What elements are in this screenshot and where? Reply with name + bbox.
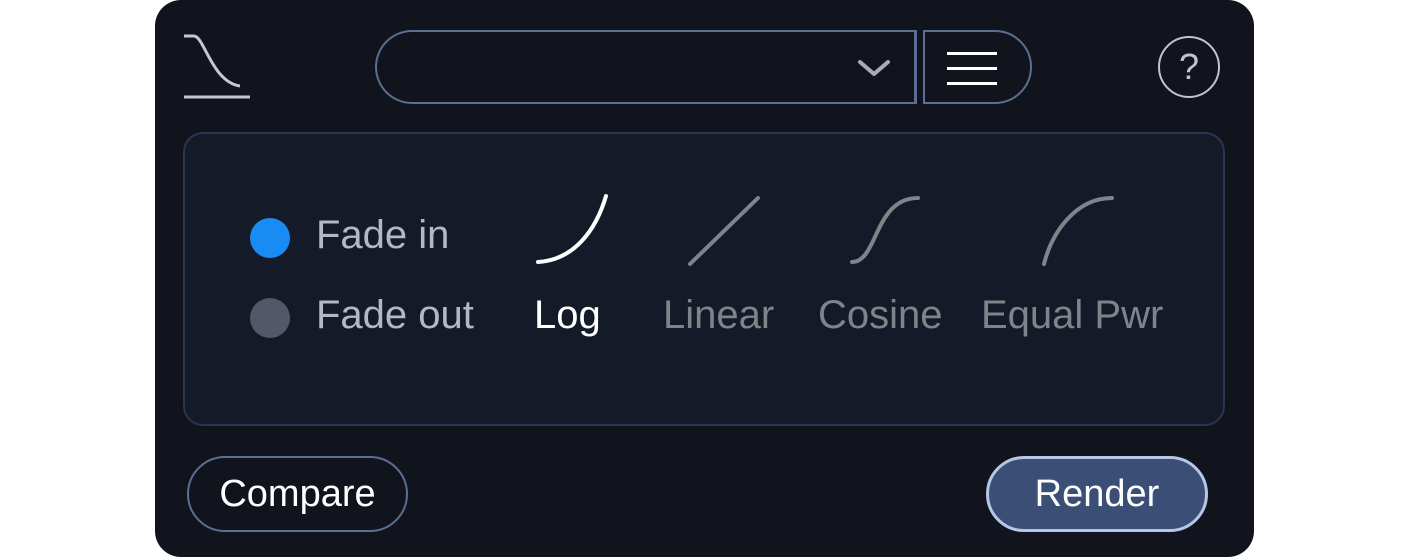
compare-button[interactable]: Compare (187, 456, 408, 532)
curve-linear-label[interactable]: Linear (663, 293, 774, 338)
fade-curve-icon (184, 34, 250, 99)
hamburger-menu-icon (947, 52, 997, 97)
cosine-curve-icon[interactable] (848, 192, 924, 268)
fade-out-label[interactable]: Fade out (316, 293, 474, 338)
curve-cosine-label[interactable]: Cosine (818, 293, 943, 338)
chevron-down-icon[interactable] (856, 58, 892, 78)
fade-in-radio[interactable] (250, 218, 290, 258)
equal-power-curve-icon[interactable] (1040, 192, 1116, 268)
curve-equal-power-label[interactable]: Equal Pwr (981, 293, 1163, 338)
preset-menu-button[interactable] (923, 30, 1032, 104)
linear-curve-icon[interactable] (686, 192, 762, 268)
curve-log-label[interactable]: Log (534, 293, 601, 338)
log-curve-icon[interactable] (534, 190, 610, 266)
fade-out-radio[interactable] (250, 298, 290, 338)
fade-in-label[interactable]: Fade in (316, 213, 449, 258)
preset-divider (914, 30, 917, 104)
render-button[interactable]: Render (986, 456, 1208, 532)
help-button[interactable]: ? (1158, 36, 1220, 98)
preset-dropdown[interactable] (375, 30, 915, 104)
fade-settings-area (183, 132, 1225, 426)
